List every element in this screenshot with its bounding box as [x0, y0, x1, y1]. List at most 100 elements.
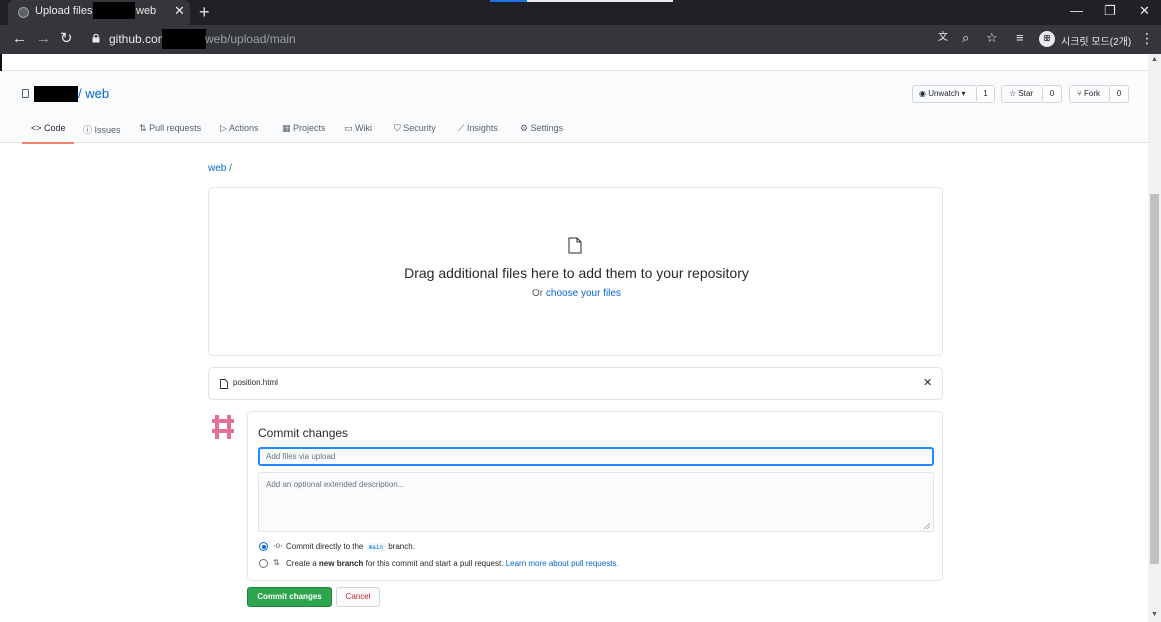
new-branch-label: Create a new branch for this commit and …: [286, 559, 619, 568]
book-icon: ▭: [344, 123, 353, 133]
window-close-icon[interactable]: ✕: [1139, 4, 1150, 18]
incognito-icon: ꕥ: [1039, 31, 1055, 47]
tab-wiki[interactable]: ▭ Wiki: [344, 123, 372, 134]
browser-menu-icon[interactable]: ⋮: [1140, 30, 1154, 46]
repo-name-link[interactable]: / web: [78, 86, 109, 101]
zoom-icon[interactable]: ⌕: [962, 30, 969, 46]
breadcrumb-repo-link[interactable]: web: [208, 163, 226, 174]
tab-security-label: Security: [403, 123, 436, 133]
redacted-block: [34, 86, 78, 102]
page-scrollbar[interactable]: ▲ ▼: [1148, 54, 1161, 622]
commit-changes-button[interactable]: Commit changes: [247, 587, 332, 607]
tab-settings[interactable]: ⚙ Settings: [520, 123, 563, 134]
url-domain: github.com: [109, 32, 168, 46]
address-bar[interactable]: github.com web/upload/main: [84, 28, 1004, 51]
reading-list-icon[interactable]: ≡: [1016, 30, 1024, 46]
tab-code[interactable]: <> Code: [31, 123, 66, 133]
tab-title: Upload files: [35, 5, 93, 17]
star-count[interactable]: 0: [1043, 85, 1062, 103]
pull-request-icon: ⇅: [139, 123, 147, 133]
github-favicon-icon: [18, 7, 29, 18]
scroll-down-icon[interactable]: ▼: [1151, 611, 1158, 618]
tab-insights-label: Insights: [466, 123, 498, 133]
unwatch-label: Unwatch: [928, 89, 960, 98]
file-icon: [220, 379, 228, 389]
choose-files-link[interactable]: choose your files: [546, 288, 621, 299]
star-label: Star: [1018, 89, 1034, 98]
redacted-block: [162, 29, 206, 49]
tab-actions[interactable]: ▷ Actions: [220, 123, 258, 134]
commit-title: Commit changes: [258, 426, 349, 440]
restore-icon[interactable]: ❐: [1104, 4, 1116, 18]
remove-file-icon[interactable]: ✕: [923, 377, 932, 389]
commit-form: Commit changes -o- Commit directly to th…: [247, 411, 943, 581]
star-icon: ☆: [1009, 89, 1019, 98]
tab-strip-indicator-active: [490, 0, 527, 2]
tab-issues[interactable]: ⓘ Issues: [83, 123, 121, 136]
tab-projects[interactable]: ▦ Projects: [282, 123, 326, 134]
new-branch-prefix: Create a: [286, 559, 317, 568]
learn-more-pull-requests-link[interactable]: Learn more about pull requests.: [506, 559, 619, 568]
tab-close-icon[interactable]: ✕: [174, 4, 185, 18]
dropzone-subtitle: Or choose your files: [209, 288, 944, 299]
scroll-thumb[interactable]: [1150, 194, 1159, 564]
resize-handle-icon[interactable]: [923, 522, 931, 530]
project-icon: ▦: [282, 123, 291, 133]
tab-code-label: Code: [44, 123, 66, 133]
graph-icon: ⟋: [458, 123, 465, 133]
translate-icon[interactable]: 文: [938, 30, 948, 46]
url-path: web/upload/main: [205, 32, 296, 46]
active-tab-underline: [22, 142, 74, 144]
new-branch-middle: for this commit and start a pull request…: [365, 559, 504, 568]
tab-pull-requests[interactable]: ⇅ Pull requests: [139, 123, 201, 134]
cancel-button[interactable]: Cancel: [336, 587, 380, 607]
issue-icon: ⓘ: [83, 125, 93, 135]
github-header: [0, 54, 1148, 71]
page-content: / web ◉ Unwatch ▾ 1 ☆ Star 0 ⑂ Fork 0 <>…: [0, 54, 1148, 622]
bookmark-star-icon[interactable]: ☆: [986, 30, 998, 46]
browser-tab[interactable]: Upload files web ✕: [8, 0, 190, 25]
reload-icon[interactable]: ↻: [60, 30, 73, 48]
gear-icon: ⚙: [520, 123, 529, 133]
new-branch-bold: new branch: [318, 559, 364, 568]
minimize-icon[interactable]: —: [1070, 4, 1083, 18]
profile-label: 시크릿 모드(2개): [1061, 37, 1132, 48]
tab-actions-label: Actions: [228, 123, 259, 133]
fork-label: Fork: [1084, 89, 1101, 98]
shield-icon: ⛉: [394, 123, 401, 133]
repo-icon: [22, 89, 29, 98]
tab-insights[interactable]: ⟋ Insights: [458, 123, 498, 134]
lock-icon: [92, 34, 100, 43]
branch-name: main: [365, 543, 386, 552]
scroll-up-icon[interactable]: ▲: [1151, 56, 1158, 63]
unwatch-button[interactable]: ◉ Unwatch ▾: [912, 85, 977, 103]
commit-direct-radio[interactable]: [259, 542, 268, 551]
tab-issues-label: Issues: [94, 125, 121, 135]
watch-count[interactable]: 1: [977, 85, 995, 103]
back-icon[interactable]: ←: [12, 30, 27, 48]
file-dropzone[interactable]: Drag additional files here to add them t…: [208, 187, 943, 356]
uploaded-file-row: position.html ✕: [208, 367, 943, 400]
fork-icon: ⑂: [1077, 89, 1085, 98]
new-branch-radio[interactable]: [259, 559, 268, 568]
tab-projects-label: Projects: [293, 123, 326, 133]
browser-toolbar: ← → ↻ github.com web/upload/main 文 ⌕ ☆ ≡…: [0, 25, 1161, 54]
commit-direct-suffix: branch.: [388, 542, 415, 551]
commit-icon: -o-: [273, 541, 283, 550]
new-tab-icon[interactable]: +: [199, 2, 210, 22]
fork-count[interactable]: 0: [1110, 85, 1129, 103]
pull-request-icon: ⇅: [273, 558, 280, 567]
file-icon: [568, 237, 582, 254]
tab-security[interactable]: ⛉ Security: [394, 123, 436, 134]
breadcrumb-separator: /: [229, 163, 232, 174]
breadcrumb: web /: [208, 163, 232, 174]
fork-button[interactable]: ⑂ Fork: [1069, 85, 1110, 103]
redacted-block: [93, 2, 135, 19]
forward-icon[interactable]: →: [36, 30, 51, 48]
tab-title-suffix: web: [136, 5, 157, 17]
star-button[interactable]: ☆ Star: [1001, 85, 1043, 103]
commit-description-input[interactable]: [258, 472, 934, 532]
commit-summary-input[interactable]: [258, 447, 934, 466]
tab-pull-requests-label: Pull requests: [149, 123, 202, 133]
commit-direct-label: Commit directly to the main branch.: [286, 542, 415, 552]
